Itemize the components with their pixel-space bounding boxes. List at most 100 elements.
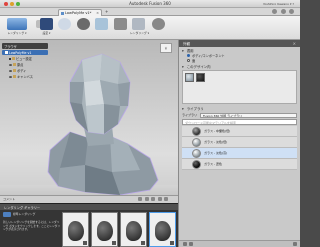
toolbar: レンダリング ▾ 設定 ▾ レンダリング ▾ — [0, 16, 300, 40]
gallery-title[interactable]: レンダリング ギャラリー — [0, 204, 178, 210]
setup-button[interactable]: 設定 ▾ — [38, 18, 55, 38]
panel-footer — [179, 240, 300, 247]
library-dropdown[interactable]: Fusion 360 外観 ライブラリ — [200, 112, 297, 118]
viewcube[interactable]: 前 — [160, 43, 172, 53]
appearance-panel-title: 外観 — [183, 41, 190, 46]
material-preview-icon — [192, 159, 201, 169]
browser-header[interactable]: ブラウザ — [2, 43, 48, 49]
pan-icon[interactable] — [144, 197, 149, 201]
render-thumbnail[interactable] — [62, 212, 89, 247]
help-icon[interactable] — [289, 9, 294, 14]
visibility-icon[interactable] — [9, 63, 12, 66]
document-icon — [61, 12, 64, 15]
close-tab-icon[interactable]: × — [96, 11, 99, 15]
rendering-gallery: レンダリング ギャラリー 標準レンダリング 新しいレンダリングを開始するには、レ… — [0, 203, 178, 247]
material-label: ガラス - 濃色 — [204, 162, 222, 166]
comments-label[interactable]: コメント — [3, 197, 15, 201]
visibility-icon[interactable] — [9, 69, 12, 72]
render-preview — [68, 221, 85, 242]
material-preview-icon — [192, 137, 201, 147]
display-settings-icon[interactable] — [164, 197, 168, 201]
browser-item-label: ビュー設定 — [16, 57, 32, 61]
document-tab-label: LowPolyMe v1* — [65, 11, 92, 15]
appearance-panel: 外観 × ▾ 適用 ボディ/コンポーネント 面 ▾ このデザイン内 ▾ ライブラ… — [178, 40, 300, 247]
material-item[interactable]: ガラス - 淡色(低) — [182, 137, 297, 148]
browser-item-bodies[interactable]: ボディ — [2, 68, 48, 73]
browser-item-view-settings[interactable]: ビュー設定 — [2, 56, 48, 61]
document-tab-bar: LowPolyMe v1* × + — [0, 8, 300, 16]
zoom-icon[interactable] — [151, 197, 156, 201]
job-status-icon[interactable] — [280, 9, 286, 14]
library-label: ライブラリ — [182, 113, 198, 117]
chevron-down-icon: ▾ — [182, 65, 184, 69]
render-thumbnail[interactable] — [149, 212, 176, 247]
render-thumbnail[interactable] — [91, 212, 118, 247]
close-icon[interactable]: × — [293, 41, 296, 46]
title-bar: Autodesk Fusion 360 Yoshihiro Kawano ▾ ? — [0, 0, 300, 8]
user-menu[interactable]: Yoshihiro Kawano ▾ ? — [263, 2, 294, 6]
material-search-input[interactable]: ダウンロード可能なマテリアルを検索 — [182, 119, 297, 125]
render-badge-icon — [170, 241, 174, 245]
texture-map-icon — [95, 18, 108, 30]
browser-item-canvases[interactable]: キャンバス — [2, 74, 48, 79]
material-item[interactable]: ガラス - 中煙色(低) — [182, 126, 297, 137]
chevron-down-icon: ▾ — [182, 49, 184, 53]
fit-icon[interactable] — [157, 197, 162, 201]
in-canvas-render-icon — [132, 18, 145, 30]
library-row: ライブラリ Fusion 360 外観 ライブラリ — [182, 112, 297, 118]
in-design-swatches — [182, 70, 297, 104]
gallery-description: 新しいレンダリングを開始するには、レンダリング ボタンをクリックします。ここにレ… — [3, 220, 61, 232]
new-tab-button[interactable]: + — [105, 9, 108, 14]
browser-panel: ブラウザ LowPolyMe v1 ビュー設定 原点 ボディ キャンバス — [2, 43, 48, 79]
material-item[interactable]: ガラス - 濃色 — [182, 159, 297, 170]
decal-button[interactable] — [112, 18, 129, 38]
radio-unselected[interactable] — [187, 59, 190, 62]
workspace-switcher-button[interactable]: レンダリング ▾ — [4, 18, 30, 38]
render-icon — [152, 18, 165, 30]
scene-settings-button[interactable] — [75, 18, 92, 38]
decal-icon — [114, 18, 127, 30]
radio-selected[interactable] — [187, 54, 190, 57]
folder-icon — [13, 69, 16, 72]
material-swatch-dark[interactable] — [196, 73, 205, 82]
scene-settings-icon — [77, 18, 90, 30]
browser-item-origin[interactable]: 原点 — [2, 62, 48, 67]
browser-root-component[interactable]: LowPolyMe v1 — [2, 50, 48, 55]
apply-option-label: 面 — [192, 59, 196, 63]
material-list: ガラス - 中煙色(低) ガラス - 淡色(低) ガラス - 淡色(高) ガラス… — [182, 126, 297, 170]
apply-option-label: ボディ/コンポーネント — [192, 54, 225, 58]
in-canvas-render-button[interactable]: レンダリング ▾ — [130, 18, 149, 38]
section-in-design[interactable]: ▾ このデザイン内 — [179, 63, 300, 69]
notifications-icon[interactable] — [272, 9, 278, 14]
canvas-viewport[interactable]: ブラウザ LowPolyMe v1 ビュー設定 原点 ボディ キャンバス 前 コ… — [0, 40, 178, 203]
appearance-icon — [58, 18, 71, 30]
gallery-subtitle: 標準レンダリング — [13, 212, 36, 216]
standard-render-icon[interactable] — [3, 212, 11, 217]
document-tab[interactable]: LowPolyMe v1* × — [58, 9, 102, 16]
browser-item-label: キャンバス — [17, 75, 33, 79]
navigation-toolbar — [137, 197, 168, 202]
render-preview — [126, 221, 143, 242]
render-workspace-icon — [7, 18, 27, 30]
orbit-icon[interactable] — [138, 197, 143, 201]
material-swatch-glass[interactable] — [185, 73, 194, 82]
texture-map-button[interactable] — [93, 18, 110, 38]
visibility-icon[interactable] — [9, 75, 12, 78]
list-view-icon[interactable] — [189, 242, 193, 246]
setup-label: 設定 ▾ — [42, 31, 51, 35]
material-label: ガラス - 淡色(低) — [204, 140, 228, 144]
expand-icon[interactable] — [9, 57, 11, 60]
section-in-design-label: このデザイン内 — [186, 65, 211, 69]
fusion-360-window: Autodesk Fusion 360 Yoshihiro Kawano ▾ ?… — [0, 0, 300, 247]
section-library[interactable]: ▾ ライブラリ — [179, 105, 300, 111]
render-thumbnail[interactable] — [120, 212, 147, 247]
appearance-button[interactable] — [56, 18, 73, 38]
render-badge-icon — [141, 241, 145, 245]
resize-handle-icon[interactable] — [293, 242, 297, 246]
material-item[interactable]: ガラス - 淡色(高) — [182, 148, 297, 159]
workspace-label: レンダリング ▾ — [7, 31, 27, 35]
info-icon[interactable] — [183, 242, 187, 246]
render-button[interactable] — [150, 18, 167, 38]
render-badge-icon — [83, 241, 87, 245]
folder-icon — [13, 63, 16, 66]
